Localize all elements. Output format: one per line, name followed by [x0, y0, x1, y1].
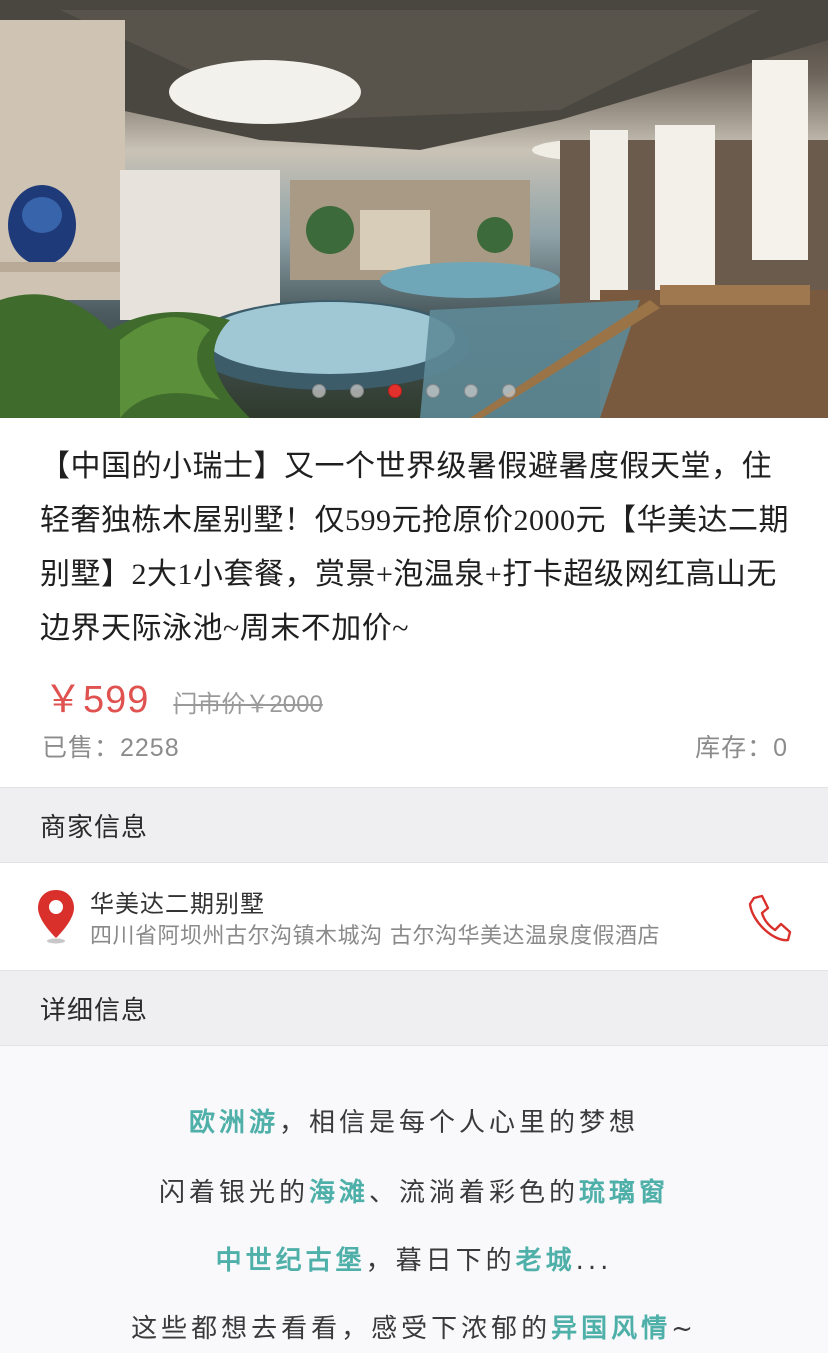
hero-image-carousel[interactable]	[0, 0, 828, 418]
sales-stock-row: 已售：2258 库存：0	[42, 728, 788, 764]
highlight-text: 老城	[515, 1246, 576, 1276]
carousel-indicators[interactable]	[0, 384, 828, 400]
carousel-dot[interactable]	[350, 384, 364, 398]
detail-section-header: 详细信息	[0, 970, 828, 1046]
stock-count: 库存：0	[695, 734, 788, 762]
detail-text: ，暮日下的	[365, 1246, 516, 1276]
detail-text: 这些都想去看看，感受下浓郁的	[131, 1314, 552, 1344]
carousel-dot[interactable]	[502, 384, 516, 398]
detail-text: ...	[575, 1246, 613, 1276]
highlight-text: 中世纪古堡	[215, 1246, 366, 1276]
detail-line: 中世纪古堡，暮日下的老城...	[0, 1240, 828, 1277]
detail-text: 、流淌着彩色的	[369, 1178, 580, 1208]
detail-content: 欧洲游，相信是每个人心里的梦想 闪着银光的海滩、流淌着彩色的琉璃窗 中世纪古堡，…	[0, 1046, 828, 1353]
product-title: 【中国的小瑞士】又一个世界级暑假避暑度假天堂，住轻奢独栋木屋别墅！仅599元抢原…	[40, 450, 789, 645]
price-row: ￥599 门市价￥2000	[44, 668, 323, 721]
highlight-text: 海滩	[308, 1178, 369, 1208]
carousel-dot[interactable]	[464, 384, 478, 398]
phone-icon[interactable]	[744, 892, 792, 944]
highlight-text: 异国风情	[551, 1314, 672, 1344]
highlight-text: 欧洲游	[188, 1108, 279, 1138]
detail-line: 闪着银光的海滩、流淌着彩色的琉璃窗	[0, 1172, 828, 1209]
detail-text: ~	[671, 1314, 697, 1344]
carousel-dot-active[interactable]	[388, 384, 402, 398]
carousel-dot[interactable]	[426, 384, 440, 398]
sold-count: 已售：2258	[42, 734, 180, 762]
hero-photo	[0, 0, 828, 418]
detail-text: ，相信是每个人心里的梦想	[279, 1108, 640, 1138]
current-price: ￥599	[44, 679, 150, 721]
detail-line: 这些都想去看看，感受下浓郁的异国风情~	[0, 1308, 828, 1345]
carousel-dot[interactable]	[312, 384, 326, 398]
detail-text: 闪着银光的	[158, 1178, 309, 1208]
highlight-text: 琉璃窗	[579, 1178, 670, 1208]
merchant-address[interactable]: 四川省阿坝州古尔沟镇木城沟 古尔沟华美达温泉度假酒店	[90, 918, 702, 950]
merchant-name[interactable]: 华美达二期别墅	[90, 884, 265, 919]
map-pin-icon	[38, 890, 74, 944]
original-price: 门市价￥2000	[173, 691, 323, 718]
detail-line: 欧洲游，相信是每个人心里的梦想	[0, 1102, 828, 1139]
merchant-section-header: 商家信息	[0, 787, 828, 863]
